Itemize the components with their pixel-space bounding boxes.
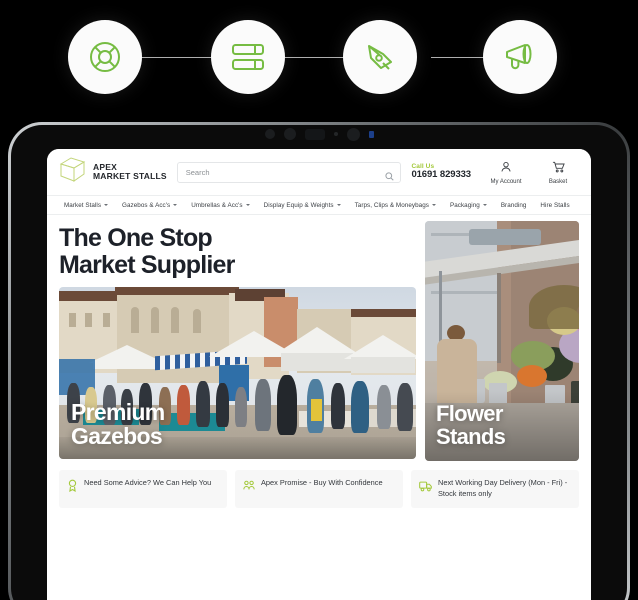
nav-label: Branding [500,201,527,209]
my-account-label: My Account [490,178,522,185]
nav-label: Hire Stalls [540,201,570,209]
megaphone-icon [503,42,537,72]
usp-strip: Need Some Advice? We Can Help You Apex P… [47,461,591,520]
user-icon [500,160,512,178]
nav-label: Umbrellas & Acc's [191,201,243,209]
camera-sensor-3 [346,127,360,141]
chevron-down-icon [173,204,178,206]
chevron-down-icon [482,204,487,206]
nav-item-tarps-clips[interactable]: Tarps, Clips & Moneybags [348,202,443,209]
chevron-down-icon [336,204,341,206]
basket-icon [552,160,565,178]
camera-sensor-2 [283,128,296,140]
card-title-line2: Stands [436,423,506,449]
pen-nib-icon [364,41,397,74]
ambient-light-sensor [333,132,338,136]
layout-rows-icon [231,42,265,72]
feature-icon-products[interactable] [211,20,285,94]
usp-promise[interactable]: Apex Promise - Buy With Confidence [235,470,403,508]
nav-label: Display Equip & Weights [263,201,334,209]
nav-item-hire-stalls[interactable]: Hire Stalls [533,202,576,209]
card-title-line2: Gazebos [71,422,163,449]
chevron-down-icon [431,204,436,206]
front-camera-array [11,127,627,141]
nav-item-gazebos[interactable]: Gazebos & Acc's [115,202,184,209]
chevron-down-icon [245,204,250,206]
feature-icon-marketing[interactable] [483,20,557,94]
camera-sensor-1 [264,129,275,139]
hero-cards: Premium Gazebos Flower Stands [59,221,579,461]
phone-number[interactable]: 01691 829333 [411,169,471,181]
support-lifebuoy-icon [88,40,122,74]
usp-text: Need Some Advice? We Can Help You [84,478,212,487]
nav-item-packaging[interactable]: Packaging [443,202,494,209]
nav-item-branding[interactable]: Branding [494,202,534,209]
delivery-truck-icon [419,478,432,497]
hero-section: The One Stop Market Supplier Premium Gaz… [47,215,591,461]
usp-text: Next Working Day Delivery (Mon - Fri) - … [438,478,568,498]
status-indicator-light [368,130,374,138]
usp-text: Apex Promise - Buy With Confidence [261,478,383,487]
connector-line-1 [131,57,211,58]
search-input[interactable] [176,161,402,183]
brand-logo[interactable]: APEX MARKET STALLS [59,156,167,188]
nav-item-display-equip[interactable]: Display Equip & Weights [257,202,348,209]
nav-item-market-stalls[interactable]: Market Stalls [57,202,115,209]
main-navigation: Market Stalls Gazebos & Acc's Umbrellas … [47,195,591,215]
usp-advice[interactable]: Need Some Advice? We Can Help You [59,470,227,508]
site-header: APEX MARKET STALLS Call Us [47,149,591,195]
nav-item-umbrellas[interactable]: Umbrellas & Acc's [184,202,256,209]
tablet-bezel: APEX MARKET STALLS Call Us [11,125,627,600]
camera-module [304,128,325,140]
hero-card-title: Premium Gazebos [71,399,165,449]
my-account-button[interactable]: My Account [485,160,527,185]
usp-delivery[interactable]: Next Working Day Delivery (Mon - Fri) - … [411,470,579,508]
feature-icon-row [0,0,638,112]
handshake-icon [243,478,255,497]
hero-card-flower-stands[interactable]: Flower Stands [425,221,579,461]
nav-label: Market Stalls [64,201,102,209]
cube-wireframe-icon [59,156,86,188]
call-us-block[interactable]: Call Us 01691 829333 [411,163,475,181]
chevron-down-icon [104,204,109,206]
basket-button[interactable]: Basket [537,160,579,185]
feature-icon-support[interactable] [68,20,142,94]
nav-label: Packaging [449,201,480,209]
nav-label: Tarps, Clips & Moneybags [354,201,429,209]
card-title-line1: Premium [71,399,165,426]
nav-label: Gazebos & Acc's [122,201,171,209]
hero-card-premium-gazebos[interactable]: Premium Gazebos [59,287,416,459]
feature-icon-design[interactable] [343,20,417,94]
hero-card-title: Flower Stands [436,401,506,449]
screenshot-stage: APEX MARKET STALLS Call Us [0,0,638,600]
card-title-line1: Flower [436,401,503,427]
tablet-device: APEX MARKET STALLS Call Us [8,122,630,600]
brand-name-line2: MARKET STALLS [93,171,167,181]
search-icon[interactable] [385,168,395,186]
search-box[interactable] [176,161,402,186]
browser-viewport: APEX MARKET STALLS Call Us [47,149,591,600]
award-badge-icon [67,478,78,497]
basket-label: Basket [548,178,568,185]
